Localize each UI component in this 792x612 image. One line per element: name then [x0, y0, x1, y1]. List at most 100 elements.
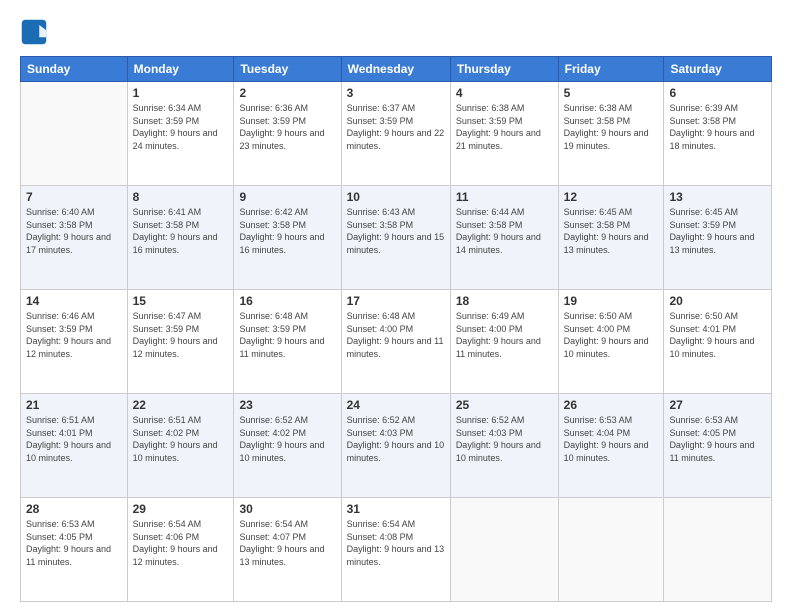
cell-info: Sunrise: 6:48 AMSunset: 4:00 PMDaylight:…	[347, 310, 445, 360]
calendar-cell: 16 Sunrise: 6:48 AMSunset: 3:59 PMDayligh…	[234, 290, 341, 394]
calendar-week-row: 21Sunrise: 6:51 AMSunset: 4:01 PMDayligh…	[21, 394, 772, 498]
calendar-cell: 4 Sunrise: 6:38 AMSunset: 3:59 PMDaylight…	[450, 82, 558, 186]
logo-icon	[20, 18, 48, 46]
day-number: 18	[456, 294, 553, 308]
cell-info: Sunrise: 6:44 AMSunset: 3:58 PMDaylight:…	[456, 206, 553, 256]
calendar-table: SundayMondayTuesdayWednesdayThursdayFrid…	[20, 56, 772, 602]
day-number: 13	[669, 190, 766, 204]
calendar-cell	[21, 82, 128, 186]
calendar-cell: 17 Sunrise: 6:48 AMSunset: 4:00 PMDayligh…	[341, 290, 450, 394]
day-number: 30	[239, 502, 335, 516]
calendar-cell	[558, 498, 664, 602]
calendar-cell: 22 Sunrise: 6:51 AMSunset: 4:02 PMDayligh…	[127, 394, 234, 498]
day-number: 3	[347, 86, 445, 100]
calendar-week-row: 28 Sunrise: 6:53 AMSunset: 4:05 PMDayligh…	[21, 498, 772, 602]
calendar-cell: 24 Sunrise: 6:52 AMSunset: 4:03 PMDayligh…	[341, 394, 450, 498]
calendar-week-row: 14Sunrise: 6:46 AMSunset: 3:59 PMDayligh…	[21, 290, 772, 394]
cell-info: Sunrise: 6:46 AMSunset: 3:59 PMDaylight:…	[26, 310, 122, 360]
calendar-cell: 6Sunrise: 6:39 AMSunset: 3:58 PMDaylight…	[664, 82, 772, 186]
day-number: 12	[564, 190, 659, 204]
logo	[20, 18, 52, 46]
cell-info: Sunrise: 6:34 AMSunset: 3:59 PMDaylight:…	[133, 102, 229, 152]
weekday-sunday: Sunday	[21, 57, 128, 82]
cell-info: Sunrise: 6:54 AMSunset: 4:07 PMDaylight:…	[239, 518, 335, 568]
calendar-cell: 29 Sunrise: 6:54 AMSunset: 4:06 PMDayligh…	[127, 498, 234, 602]
cell-info: Sunrise: 6:52 AMSunset: 4:03 PMDaylight:…	[347, 414, 445, 464]
calendar-cell: 28 Sunrise: 6:53 AMSunset: 4:05 PMDayligh…	[21, 498, 128, 602]
cell-info: Sunrise: 6:53 AMSunset: 4:04 PMDaylight:…	[564, 414, 659, 464]
page: SundayMondayTuesdayWednesdayThursdayFrid…	[0, 0, 792, 612]
calendar-cell: 30 Sunrise: 6:54 AMSunset: 4:07 PMDayligh…	[234, 498, 341, 602]
day-number: 24	[347, 398, 445, 412]
calendar-cell: 7 Sunrise: 6:40 AMSunset: 3:58 PMDaylight…	[21, 186, 128, 290]
cell-info: Sunrise: 6:50 AMSunset: 4:00 PMDaylight:…	[564, 310, 659, 360]
cell-info: Sunrise: 6:38 AMSunset: 3:58 PMDaylight:…	[564, 102, 659, 152]
cell-info: Sunrise: 6:48 AMSunset: 3:59 PMDaylight:…	[239, 310, 335, 360]
calendar-cell: 8 Sunrise: 6:41 AMSunset: 3:58 PMDaylight…	[127, 186, 234, 290]
calendar-cell: 26 Sunrise: 6:53 AMSunset: 4:04 PMDayligh…	[558, 394, 664, 498]
day-number: 5	[564, 86, 659, 100]
day-number: 19	[564, 294, 659, 308]
calendar-cell: 11 Sunrise: 6:44 AMSunset: 3:58 PMDayligh…	[450, 186, 558, 290]
cell-info: Sunrise: 6:41 AMSunset: 3:58 PMDaylight:…	[133, 206, 229, 256]
weekday-tuesday: Tuesday	[234, 57, 341, 82]
calendar-cell: 12 Sunrise: 6:45 AMSunset: 3:58 PMDayligh…	[558, 186, 664, 290]
cell-info: Sunrise: 6:45 AMSunset: 3:59 PMDaylight:…	[669, 206, 766, 256]
cell-info: Sunrise: 6:45 AMSunset: 3:58 PMDaylight:…	[564, 206, 659, 256]
calendar-cell: 21Sunrise: 6:51 AMSunset: 4:01 PMDayligh…	[21, 394, 128, 498]
day-number: 9	[239, 190, 335, 204]
day-number: 23	[239, 398, 335, 412]
cell-info: Sunrise: 6:38 AMSunset: 3:59 PMDaylight:…	[456, 102, 553, 152]
day-number: 26	[564, 398, 659, 412]
day-number: 21	[26, 398, 122, 412]
calendar-week-row: 7 Sunrise: 6:40 AMSunset: 3:58 PMDaylight…	[21, 186, 772, 290]
day-number: 7	[26, 190, 122, 204]
cell-info: Sunrise: 6:50 AMSunset: 4:01 PMDaylight:…	[669, 310, 766, 360]
calendar-cell	[664, 498, 772, 602]
cell-info: Sunrise: 6:43 AMSunset: 3:58 PMDaylight:…	[347, 206, 445, 256]
weekday-thursday: Thursday	[450, 57, 558, 82]
day-number: 10	[347, 190, 445, 204]
calendar-cell: 31 Sunrise: 6:54 AMSunset: 4:08 PMDayligh…	[341, 498, 450, 602]
day-number: 28	[26, 502, 122, 516]
header	[20, 18, 772, 46]
calendar-cell: 18 Sunrise: 6:49 AMSunset: 4:00 PMDayligh…	[450, 290, 558, 394]
calendar-cell: 5 Sunrise: 6:38 AMSunset: 3:58 PMDaylight…	[558, 82, 664, 186]
day-number: 15	[133, 294, 229, 308]
day-number: 31	[347, 502, 445, 516]
cell-info: Sunrise: 6:52 AMSunset: 4:02 PMDaylight:…	[239, 414, 335, 464]
calendar-cell: 2 Sunrise: 6:36 AMSunset: 3:59 PMDaylight…	[234, 82, 341, 186]
day-number: 29	[133, 502, 229, 516]
weekday-saturday: Saturday	[664, 57, 772, 82]
cell-info: Sunrise: 6:40 AMSunset: 3:58 PMDaylight:…	[26, 206, 122, 256]
cell-info: Sunrise: 6:51 AMSunset: 4:02 PMDaylight:…	[133, 414, 229, 464]
day-number: 6	[669, 86, 766, 100]
cell-info: Sunrise: 6:36 AMSunset: 3:59 PMDaylight:…	[239, 102, 335, 152]
cell-info: Sunrise: 6:42 AMSunset: 3:58 PMDaylight:…	[239, 206, 335, 256]
calendar-cell	[450, 498, 558, 602]
calendar-cell: 19 Sunrise: 6:50 AMSunset: 4:00 PMDayligh…	[558, 290, 664, 394]
weekday-monday: Monday	[127, 57, 234, 82]
cell-info: Sunrise: 6:47 AMSunset: 3:59 PMDaylight:…	[133, 310, 229, 360]
day-number: 11	[456, 190, 553, 204]
cell-info: Sunrise: 6:54 AMSunset: 4:08 PMDaylight:…	[347, 518, 445, 568]
day-number: 2	[239, 86, 335, 100]
day-number: 22	[133, 398, 229, 412]
cell-info: Sunrise: 6:37 AMSunset: 3:59 PMDaylight:…	[347, 102, 445, 152]
day-number: 25	[456, 398, 553, 412]
cell-info: Sunrise: 6:49 AMSunset: 4:00 PMDaylight:…	[456, 310, 553, 360]
weekday-header-row: SundayMondayTuesdayWednesdayThursdayFrid…	[21, 57, 772, 82]
cell-info: Sunrise: 6:54 AMSunset: 4:06 PMDaylight:…	[133, 518, 229, 568]
day-number: 1	[133, 86, 229, 100]
calendar-cell: 9 Sunrise: 6:42 AMSunset: 3:58 PMDaylight…	[234, 186, 341, 290]
calendar-cell: 10 Sunrise: 6:43 AMSunset: 3:58 PMDayligh…	[341, 186, 450, 290]
day-number: 27	[669, 398, 766, 412]
cell-info: Sunrise: 6:53 AMSunset: 4:05 PMDaylight:…	[669, 414, 766, 464]
day-number: 16	[239, 294, 335, 308]
cell-info: Sunrise: 6:53 AMSunset: 4:05 PMDaylight:…	[26, 518, 122, 568]
day-number: 4	[456, 86, 553, 100]
calendar-cell: 23 Sunrise: 6:52 AMSunset: 4:02 PMDayligh…	[234, 394, 341, 498]
calendar-cell: 27 Sunrise: 6:53 AMSunset: 4:05 PMDayligh…	[664, 394, 772, 498]
day-number: 17	[347, 294, 445, 308]
day-number: 8	[133, 190, 229, 204]
